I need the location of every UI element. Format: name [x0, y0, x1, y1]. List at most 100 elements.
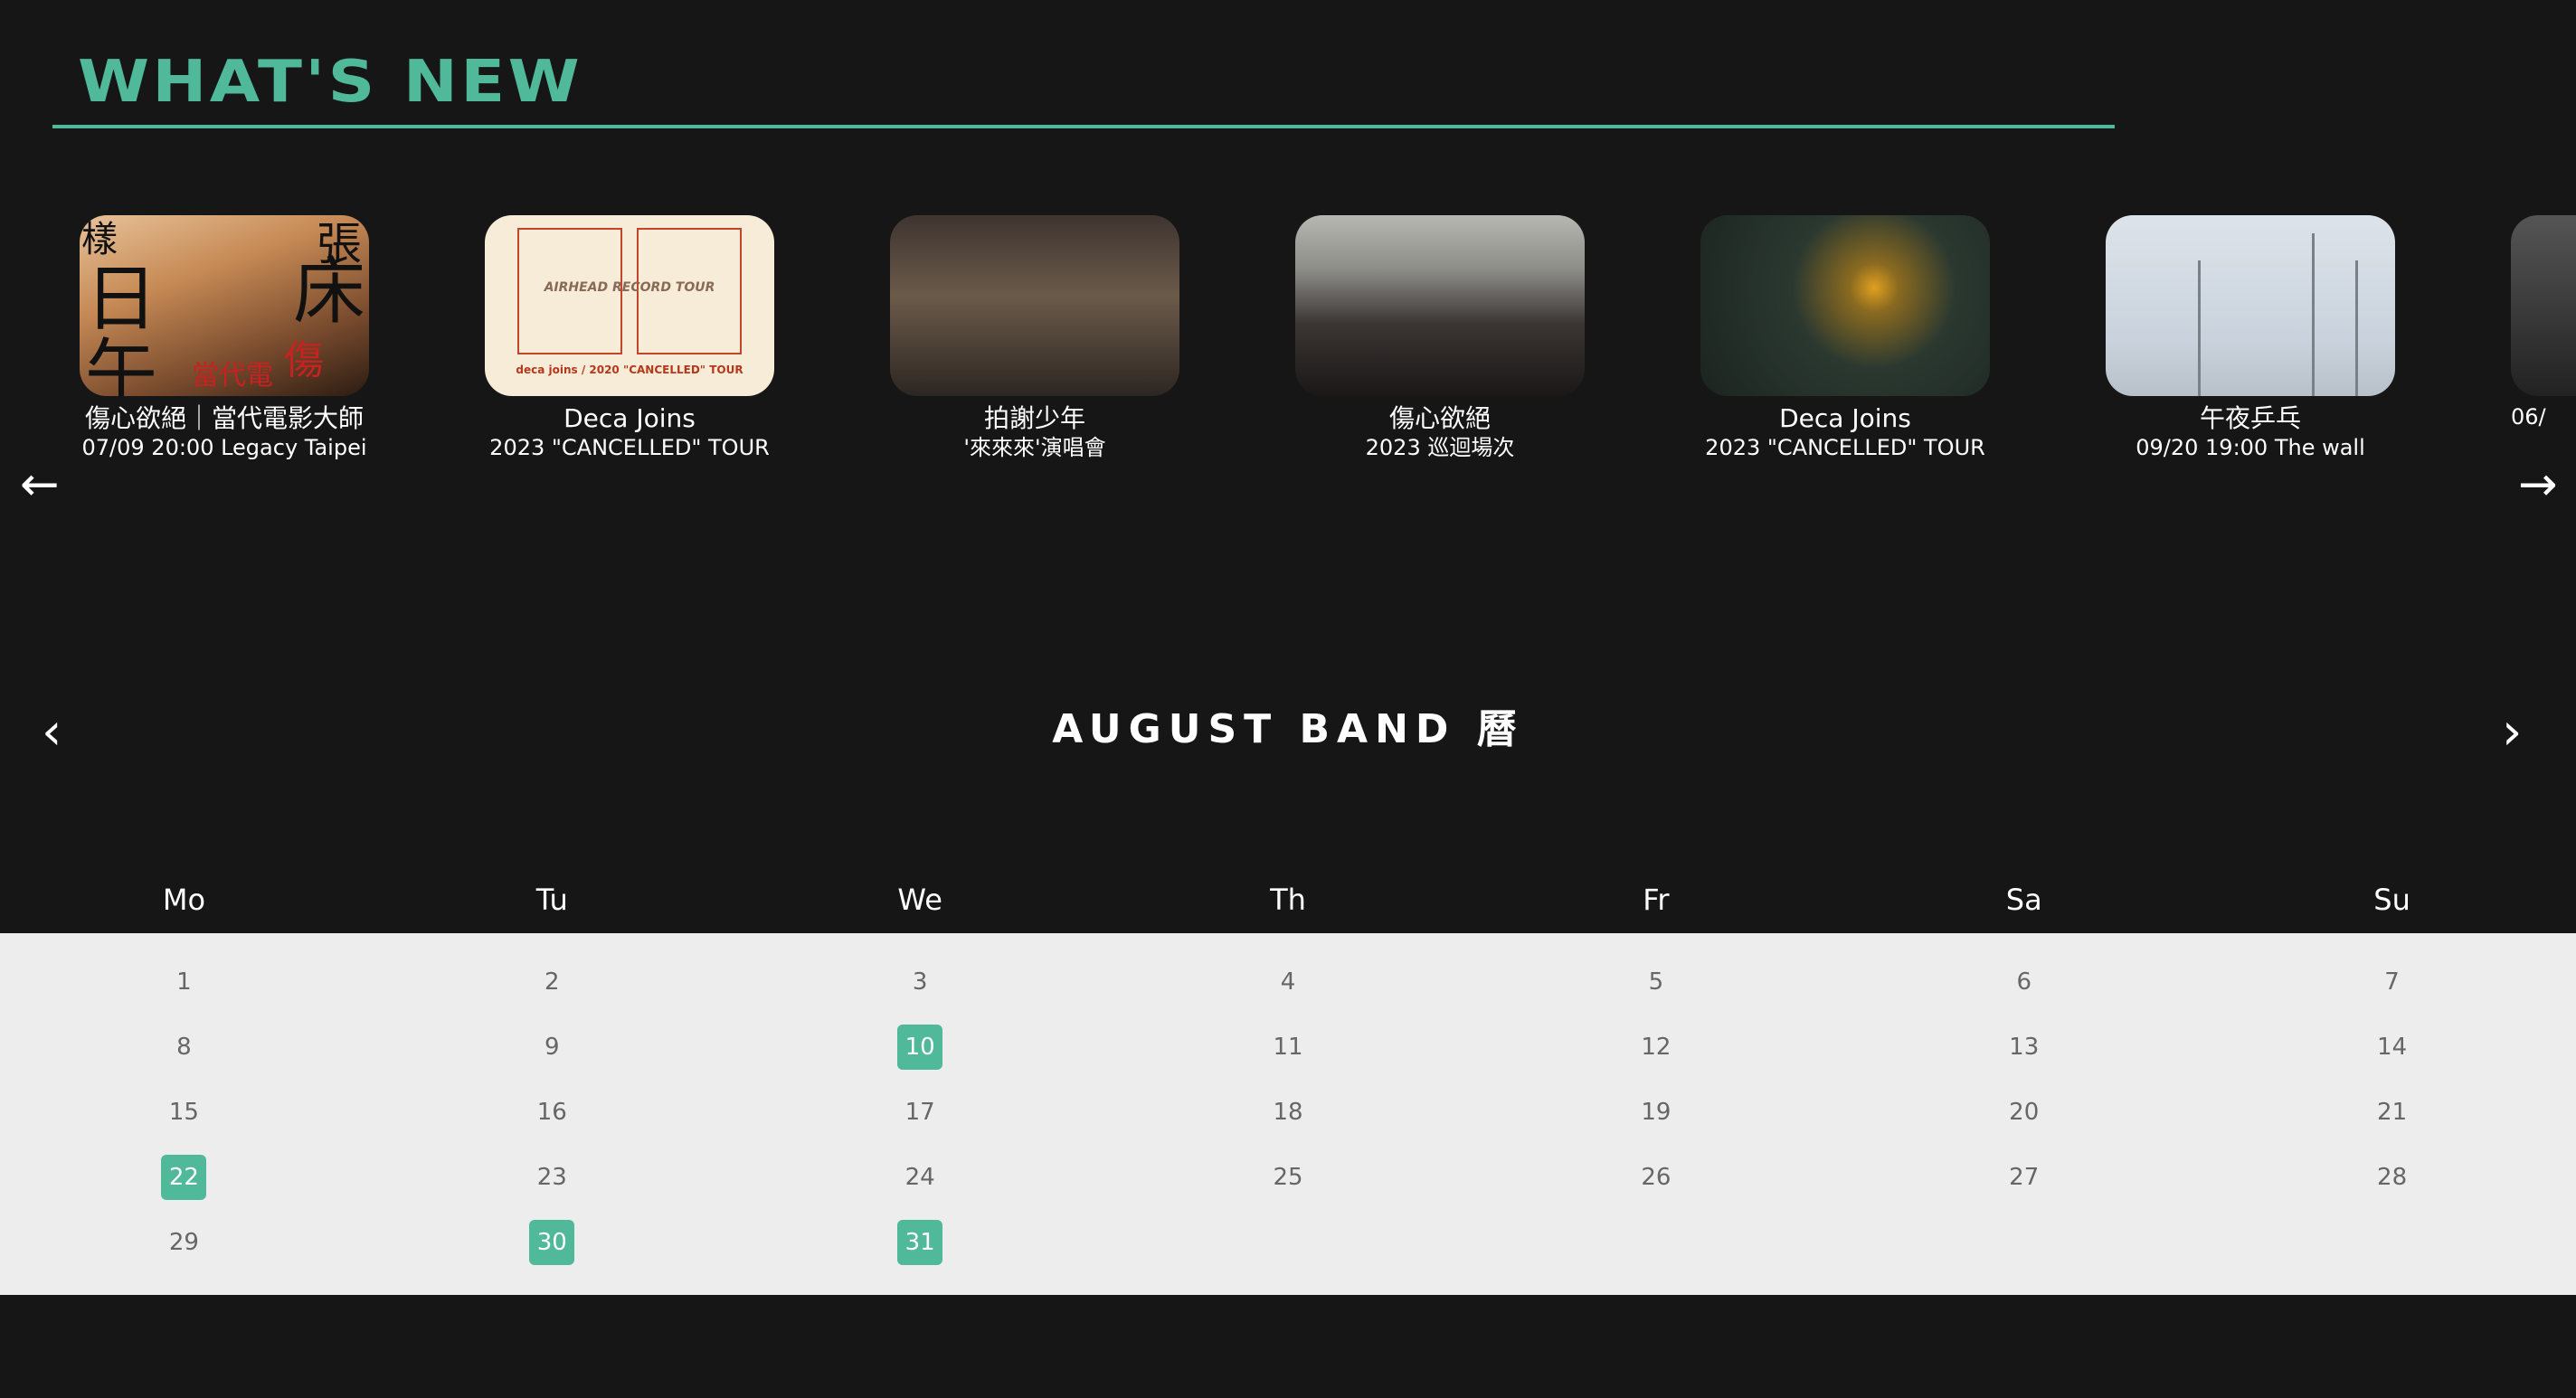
calendar-day[interactable]: 29 — [0, 1210, 368, 1275]
arrow-left-icon[interactable]: ← — [20, 461, 60, 508]
news-card[interactable]: 樣 張 日 床 午 傷 當代電 傷心欲絕｜當代電影大師 07/09 20:00 … — [80, 215, 369, 461]
poster-glyph: 床 — [293, 250, 365, 334]
calendar-day[interactable]: 16 — [368, 1080, 736, 1145]
weekday-label: Th — [1270, 883, 1306, 917]
calendar-day-number: 16 — [536, 1099, 567, 1126]
calendar-day-number: 23 — [536, 1164, 567, 1191]
calendar-day-number: 19 — [1641, 1099, 1672, 1126]
calendar-day-number: 6 — [2016, 968, 2031, 996]
calendar-weekday-header: Mo Tu We Th Fr Sa Su — [0, 877, 2576, 931]
calendar-day[interactable]: 7 — [2208, 949, 2576, 1015]
calendar-day-number: 12 — [1641, 1034, 1672, 1061]
news-card[interactable]: AIRHEAD RECORD TOUR deca joins / 2020 "C… — [485, 215, 774, 461]
news-card[interactable]: 06/ — [2511, 215, 2576, 430]
calendar-day[interactable]: 3 — [736, 949, 1104, 1015]
news-card-title: 傷心欲絕｜當代電影大師 — [84, 403, 364, 433]
news-card[interactable]: 拍謝少年 '來來來'演唱會 — [890, 215, 1179, 461]
news-card-subtitle: 06/ — [2511, 404, 2546, 430]
calendar-next-button[interactable]: › — [2502, 707, 2522, 758]
news-card-title: 傷心欲絕 — [1388, 403, 1491, 433]
calendar-day[interactable]: 14 — [2208, 1015, 2576, 1080]
calendar-day-number: 21 — [2377, 1099, 2408, 1126]
calendar-day-event[interactable]: 31 — [736, 1210, 1104, 1275]
calendar-day-number: 11 — [1273, 1034, 1303, 1061]
calendar-day-number: 15 — [168, 1099, 199, 1126]
calendar-day[interactable]: 9 — [368, 1015, 736, 1080]
news-card-image — [890, 215, 1179, 396]
calendar-day-number: 25 — [1273, 1164, 1303, 1191]
calendar-day[interactable]: 2 — [368, 949, 736, 1015]
weekday-label: We — [897, 883, 942, 917]
calendar-day[interactable]: 11 — [1104, 1015, 1473, 1080]
calendar-day[interactable]: 5 — [1472, 949, 1840, 1015]
news-card-title: 拍謝少年 — [983, 403, 1085, 433]
calendar-day-number: 28 — [2377, 1164, 2408, 1191]
calendar-day[interactable]: 28 — [2208, 1145, 2576, 1210]
poster-text: AIRHEAD RECORD TOUR — [544, 280, 715, 295]
calendar-day[interactable]: 12 — [1472, 1015, 1840, 1080]
calendar-day[interactable]: 25 — [1104, 1145, 1473, 1210]
news-card-image — [2106, 215, 2395, 396]
calendar-day[interactable]: 8 — [0, 1015, 368, 1080]
weekday-label: Tu — [535, 883, 568, 917]
news-card-subtitle: '來來來'演唱會 — [963, 435, 1106, 460]
calendar-day[interactable]: 21 — [2208, 1080, 2576, 1145]
calendar-grid: 1 2 3 4 5 6 7 8 9 10 11 12 13 14 15 16 17 18 19 20 21 22 23 24 2… — [0, 933, 2576, 1295]
calendar-day[interactable]: 19 — [1472, 1080, 1840, 1145]
calendar-week: 29 30 31 — [0, 1210, 2576, 1275]
calendar-day-event[interactable]: 30 — [368, 1210, 736, 1275]
calendar-day[interactable]: 6 — [1840, 949, 2208, 1015]
calendar-day[interactable]: 1 — [0, 949, 368, 1015]
calendar-day-number: 2 — [545, 968, 560, 996]
news-card-image: AIRHEAD RECORD TOUR deca joins / 2020 "C… — [485, 215, 774, 396]
calendar-title: AUGUST BAND 曆 — [1052, 706, 1524, 752]
poster-glyph: 傷 — [284, 337, 324, 383]
calendar-day[interactable]: 4 — [1104, 949, 1473, 1015]
calendar-day[interactable]: 13 — [1840, 1015, 2208, 1080]
calendar-day[interactable]: 17 — [736, 1080, 1104, 1145]
calendar-day-number: 27 — [2009, 1164, 2040, 1191]
calendar-day-event[interactable]: 10 — [736, 1015, 1104, 1080]
news-card-title: Deca Joins — [564, 403, 696, 433]
calendar-day — [1472, 1210, 1840, 1275]
calendar-day-number: 7 — [2384, 968, 2400, 996]
news-card[interactable]: 傷心欲絕 2023 巡迴場次 — [1295, 215, 1585, 461]
news-card[interactable]: Deca Joins 2023 "CANCELLED" TOUR — [1700, 215, 1990, 461]
news-card-image — [2511, 215, 2576, 396]
weekday-label: Su — [2373, 883, 2410, 917]
news-carousel: 樣 張 日 床 午 傷 當代電 傷心欲絕｜當代電影大師 07/09 20:00 … — [0, 208, 2576, 497]
calendar-day[interactable]: 23 — [368, 1145, 736, 1210]
calendar-day — [2208, 1210, 2576, 1275]
calendar-day-number — [1265, 1220, 1311, 1265]
calendar-day-number: 3 — [912, 968, 928, 996]
news-card-subtitle: 2023 "CANCELLED" TOUR — [489, 435, 770, 460]
calendar-day[interactable]: 20 — [1840, 1080, 2208, 1145]
calendar-day-number: 22 — [161, 1155, 207, 1200]
calendar-day[interactable]: 26 — [1472, 1145, 1840, 1210]
arrow-right-icon[interactable]: → — [2518, 461, 2558, 508]
news-card-subtitle: 09/20 19:00 The wall — [2136, 435, 2365, 460]
calendar-day[interactable]: 24 — [736, 1145, 1104, 1210]
calendar-day-event[interactable]: 22 — [0, 1145, 368, 1210]
calendar-week: 8 9 10 11 12 13 14 — [0, 1015, 2576, 1080]
news-card[interactable]: 午夜乒乓 09/20 19:00 The wall — [2106, 215, 2395, 461]
calendar-day-number: 31 — [897, 1220, 943, 1265]
calendar-day-number: 14 — [2377, 1034, 2408, 1061]
calendar-day-number: 4 — [1280, 968, 1296, 996]
calendar-week: 1 2 3 4 5 6 7 — [0, 949, 2576, 1015]
calendar-day[interactable]: 15 — [0, 1080, 368, 1145]
calendar-day-number — [2370, 1220, 2415, 1265]
poster-glyph: 當代電 — [192, 360, 273, 392]
news-card-subtitle: 2023 "CANCELLED" TOUR — [1705, 435, 1985, 460]
calendar-day-number: 9 — [545, 1034, 560, 1061]
calendar-day-number: 24 — [904, 1164, 935, 1191]
news-card-subtitle: 07/09 20:00 Legacy Taipei — [81, 435, 367, 460]
poster-glyph: 午 — [85, 331, 157, 396]
calendar-prev-button[interactable]: ‹ — [42, 707, 62, 758]
calendar-day-number: 10 — [897, 1025, 943, 1070]
calendar-day[interactable]: 27 — [1840, 1145, 2208, 1210]
calendar-day-number: 1 — [176, 968, 192, 996]
calendar-day[interactable]: 18 — [1104, 1080, 1473, 1145]
weekday-label: Mo — [162, 883, 206, 917]
calendar-day — [1840, 1210, 2208, 1275]
